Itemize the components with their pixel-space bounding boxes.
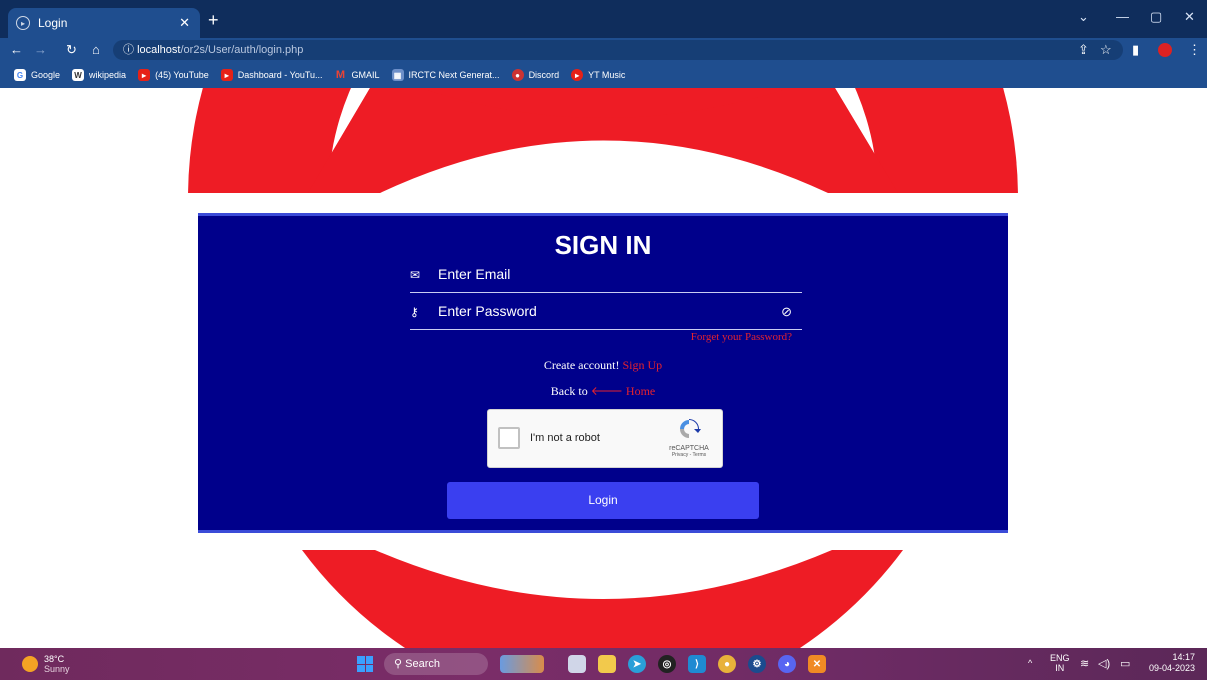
bookmark-dashboard[interactable]: ▸ Dashboard - YouTu... [220, 69, 323, 81]
tab-title: Login [38, 16, 68, 30]
close-window-icon[interactable]: ✕ [1184, 9, 1195, 25]
side-panel-icon[interactable]: ▮ [1132, 42, 1139, 58]
recaptcha-brand: reCAPTCHA [669, 445, 709, 452]
create-account-line: Create account! Sign Up [198, 358, 1008, 373]
system-clock[interactable]: 14:17 09-04-2023 [1149, 652, 1195, 674]
gmail-icon: M [335, 69, 346, 81]
url-input[interactable]: ⓘ localhost/or2s/User/auth/login.php [113, 40, 1123, 60]
google-icon: G [14, 69, 26, 81]
bookmark-wikipedia[interactable]: Wwikipedia [72, 69, 126, 81]
wifi-icon[interactable]: ≋ [1080, 657, 1089, 670]
recaptcha-widget: I'm not a robot reCAPTCHA Privacy - Term… [487, 409, 723, 468]
task-view-icon[interactable] [568, 655, 586, 673]
home-icon[interactable]: ⌂ [92, 42, 100, 57]
temperature: 38°C [44, 654, 65, 664]
envelope-icon: ✉ [410, 268, 421, 282]
weather-condition: Sunny [44, 664, 70, 674]
recaptcha-logo: reCAPTCHA Privacy - Terms [666, 418, 712, 458]
bookmark-google[interactable]: G Google [14, 69, 60, 81]
youtube-icon: ▸ [138, 69, 151, 81]
recaptcha-terms[interactable]: Privacy - Terms [666, 452, 712, 458]
back-to-text: Back to [550, 384, 588, 398]
tab-search-icon[interactable]: ⌄ [1078, 9, 1089, 25]
github-icon[interactable]: ◎ [658, 655, 676, 673]
bookmark-gmail[interactable]: M GMAIL [335, 69, 380, 81]
back-home-line: Back to 🡐 Home [198, 383, 1008, 399]
steam-icon[interactable]: ⚙ [748, 655, 766, 673]
irctc-icon: ▦ [391, 69, 404, 81]
login-button[interactable]: Login [447, 482, 759, 519]
bookmark-yt-music[interactable]: ▸ YT Music [571, 69, 625, 81]
discord-app-icon[interactable]: ◕ [778, 655, 796, 673]
yt-music-icon: ▸ [571, 69, 584, 81]
windows-taskbar: 38°C Sunny ⚲ Search ➤ ◎ ⟩ ● ⚙ ◕ ✕ ^ ENG … [0, 648, 1207, 680]
bookmarks-bar: G Google Wwikipedia ▸ (45) YouTube ▸ Dashbo… [0, 62, 1207, 88]
address-bar-row: ← → ↻ ⌂ ⓘ localhost/or2s/User/auth/login… [0, 38, 1207, 62]
password-field[interactable]: ⚷ Enter Password ⊘ [410, 293, 802, 330]
xampp-icon[interactable]: ✕ [808, 655, 826, 673]
back-arrow-icon[interactable]: ← [10, 42, 23, 57]
discord-icon: ● [511, 69, 524, 81]
wikipedia-icon: W [72, 69, 85, 81]
windows-start-icon[interactable] [357, 656, 373, 672]
clock-date: 09-04-2023 [1148, 663, 1195, 673]
signin-card: SIGN IN ✉ Enter Email ⚷ Enter Password ⊘… [198, 213, 1008, 533]
minimize-icon[interactable]: — [1116, 9, 1129, 24]
bookmark-irctc[interactable]: ▦ IRCTC Next Generat... [391, 69, 500, 81]
taskbar-search[interactable]: ⚲ Search [384, 653, 488, 675]
page-favicon-icon: ▸ [16, 16, 30, 30]
bookmark-youtube[interactable]: ▸ (45) YouTube [138, 69, 209, 81]
widgets-icon[interactable] [500, 655, 544, 673]
recaptcha-checkbox[interactable] [498, 427, 520, 449]
forget-password-link[interactable]: Forget your Password? [691, 331, 792, 343]
restore-icon[interactable]: ▢ [1150, 9, 1162, 25]
bookmark-discord[interactable]: ● Discord [511, 69, 559, 81]
eye-slash-icon[interactable]: ⊘ [781, 304, 792, 320]
browser-tab[interactable]: ▸ Login ✕ [8, 8, 200, 38]
profile-avatar[interactable] [1158, 43, 1172, 57]
clock-time: 14:17 [1172, 652, 1195, 662]
info-icon: ⓘ [123, 44, 138, 56]
browser-tab-bar: ▸ Login ✕ + ⌄ — ▢ ✕ [0, 0, 1207, 38]
sun-icon [22, 656, 38, 672]
password-placeholder: Enter Password [438, 303, 537, 319]
tray-chevron-up-icon[interactable]: ^ [1028, 658, 1032, 668]
new-tab-icon[interactable]: + [208, 10, 219, 31]
weather-widget[interactable]: 38°C Sunny [22, 654, 70, 674]
bookmark-star-icon[interactable]: ☆ [1100, 42, 1112, 58]
menu-kebab-icon[interactable]: ⋮ [1188, 42, 1201, 58]
search-icon: ⚲ [394, 658, 406, 670]
url-path: /or2s/User/auth/login.php [180, 44, 304, 56]
vscode-icon[interactable]: ⟩ [688, 655, 706, 673]
recaptcha-icon [680, 419, 701, 438]
url-host: localhost [137, 44, 181, 56]
key-icon: ⚷ [410, 305, 419, 319]
home-link[interactable]: Home [626, 384, 655, 398]
share-icon[interactable]: ⇪ [1078, 42, 1089, 58]
file-explorer-icon[interactable] [598, 655, 616, 673]
reload-icon[interactable]: ↻ [66, 42, 77, 58]
chrome-icon[interactable]: ● [718, 655, 736, 673]
create-account-text: Create account! [543, 358, 620, 372]
left-arrow-icon: 🡐 [590, 384, 623, 398]
forward-arrow-icon[interactable]: → [34, 42, 47, 57]
signup-link[interactable]: Sign Up [622, 358, 662, 372]
youtube-studio-icon: ▸ [220, 69, 233, 81]
telegram-icon[interactable]: ➤ [628, 655, 646, 673]
page-content: SIGN IN ✉ Enter Email ⚷ Enter Password ⊘… [0, 88, 1207, 648]
recaptcha-label: I'm not a robot [530, 432, 600, 444]
email-field[interactable]: ✉ Enter Email [410, 256, 802, 293]
email-placeholder: Enter Email [438, 266, 511, 282]
battery-icon[interactable]: ▭ [1120, 657, 1130, 670]
language-indicator[interactable]: ENG IN [1050, 653, 1070, 673]
volume-icon[interactable]: ◁) [1098, 657, 1110, 670]
close-tab-icon[interactable]: ✕ [179, 15, 190, 31]
